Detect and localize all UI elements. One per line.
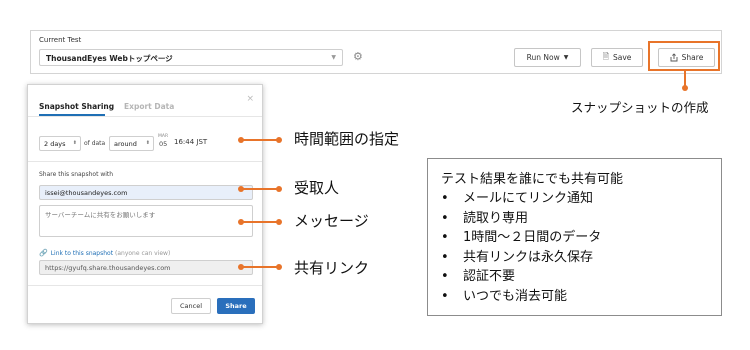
save-icon: 🗎: [602, 51, 609, 61]
list-item: • 読取り専用: [441, 209, 708, 229]
message-annotation: メッセージ: [294, 212, 369, 230]
snapshot-link-label[interactable]: Link to this snapshot: [51, 250, 113, 257]
link-icon: 🔗: [39, 249, 48, 257]
tab-export-data[interactable]: Export Data: [124, 102, 174, 111]
time-value[interactable]: 16:44 JST: [174, 138, 207, 146]
time-range-dot-end: [276, 137, 282, 143]
gear-icon[interactable]: ⚙: [353, 51, 363, 62]
snapshot-link-note: (anyone can view): [115, 250, 171, 257]
cancel-button[interactable]: Cancel: [171, 298, 211, 314]
current-test-select[interactable]: ThousandEyes Webトップページ ▼: [39, 49, 343, 66]
message-dot-end: [276, 219, 282, 225]
bullet: •: [441, 230, 449, 245]
shared-link-annotation: 共有リンク: [294, 259, 370, 277]
chevron-down-icon: ▼: [563, 54, 569, 61]
share-highlight-box: [648, 41, 720, 71]
email-field[interactable]: issei@thousandeyes.com: [39, 185, 253, 200]
bullet: •: [441, 288, 449, 304]
bullet: •: [441, 210, 449, 226]
message-field[interactable]: サーバーチームに共有をお願いします: [39, 205, 253, 237]
list-item-text: 共有リンクは永久保存: [463, 249, 594, 265]
chevron-down-icon: ▼: [331, 54, 336, 61]
snapshot-sharing-dialog: Snapshot Sharing Export Data × 2 days ⬍ …: [27, 84, 263, 324]
list-item-text: いつでも消去可能: [463, 288, 568, 304]
snapshot-link-field[interactable]: https://gyufq.share.thousandeyes.com: [39, 260, 253, 275]
list-item: • メールにてリンク通知: [441, 189, 708, 209]
recipient-annotation: 受取人: [294, 179, 340, 197]
close-icon[interactable]: ×: [246, 94, 254, 104]
list-item: • 認証不要: [441, 267, 708, 287]
days-select[interactable]: 2 days ⬍: [39, 136, 81, 151]
link-line: [241, 266, 279, 268]
bullet: •: [441, 191, 449, 206]
share-submit-button[interactable]: Share: [217, 298, 255, 314]
recipient-line: [241, 188, 279, 190]
summary-list: • メールにてリンク通知 • 読取り専用 • 1時間～２日間のデータ • 共有リンクは永…: [441, 189, 708, 306]
run-now-label: Run Now: [526, 53, 560, 62]
list-item: • いつでも消去可能: [441, 287, 708, 307]
current-test-value: ThousandEyes Webトップページ: [46, 54, 173, 63]
time-range-line: [241, 139, 279, 141]
tab-snapshot-sharing[interactable]: Snapshot Sharing: [39, 102, 114, 111]
of-data-label: of data: [84, 140, 106, 147]
around-select[interactable]: around ⬍: [109, 136, 154, 151]
bullet: •: [441, 249, 449, 265]
list-item: • 共有リンクは永久保存: [441, 248, 708, 268]
chevron-down-icon: ⬍: [72, 140, 77, 146]
share-callout-line: [684, 71, 686, 86]
feature-summary-box: テスト結果を誰にでも共有可能 • メールにてリンク通知 • 読取り専用 • 1時間～２…: [427, 158, 722, 316]
list-item-text: メールにてリンク通知: [463, 191, 594, 206]
list-item-text: 認証不要: [463, 269, 516, 284]
around-value: around: [114, 140, 137, 148]
chevron-down-icon: ⬍: [145, 140, 150, 146]
test-toolbar: Current Test ThousandEyes Webトップページ ▼ ⚙ …: [30, 30, 722, 74]
footer-divider: [28, 285, 262, 286]
share-callout-dot: [682, 85, 688, 91]
save-label: Save: [613, 53, 632, 62]
tab-divider: [28, 116, 262, 117]
bullet: •: [441, 269, 449, 284]
section-divider: [28, 161, 262, 162]
time-range-annotation: 時間範囲の指定: [294, 130, 400, 148]
days-value: 2 days: [44, 140, 66, 148]
snapshot-create-caption: スナップショットの作成: [571, 100, 709, 115]
share-with-label: Share this snapshot with: [39, 171, 114, 178]
save-button[interactable]: 🗎 Save: [591, 48, 643, 67]
summary-title: テスト結果を誰にでも共有可能: [441, 172, 624, 187]
list-item: • 1時間～２日間のデータ: [441, 228, 708, 248]
date-day[interactable]: 05: [159, 140, 167, 148]
list-item-text: 1時間～２日間のデータ: [463, 230, 602, 245]
current-test-label: Current Test: [39, 36, 82, 44]
run-now-button[interactable]: Run Now ▼: [514, 48, 581, 67]
recipient-dot-end: [276, 186, 282, 192]
snapshot-link-row: 🔗 Link to this snapshot (anyone can view): [39, 249, 170, 257]
list-item-text: 読取り専用: [463, 210, 529, 226]
date-month[interactable]: MAR: [158, 134, 168, 139]
link-dot-end: [276, 264, 282, 270]
message-line: [241, 221, 279, 223]
